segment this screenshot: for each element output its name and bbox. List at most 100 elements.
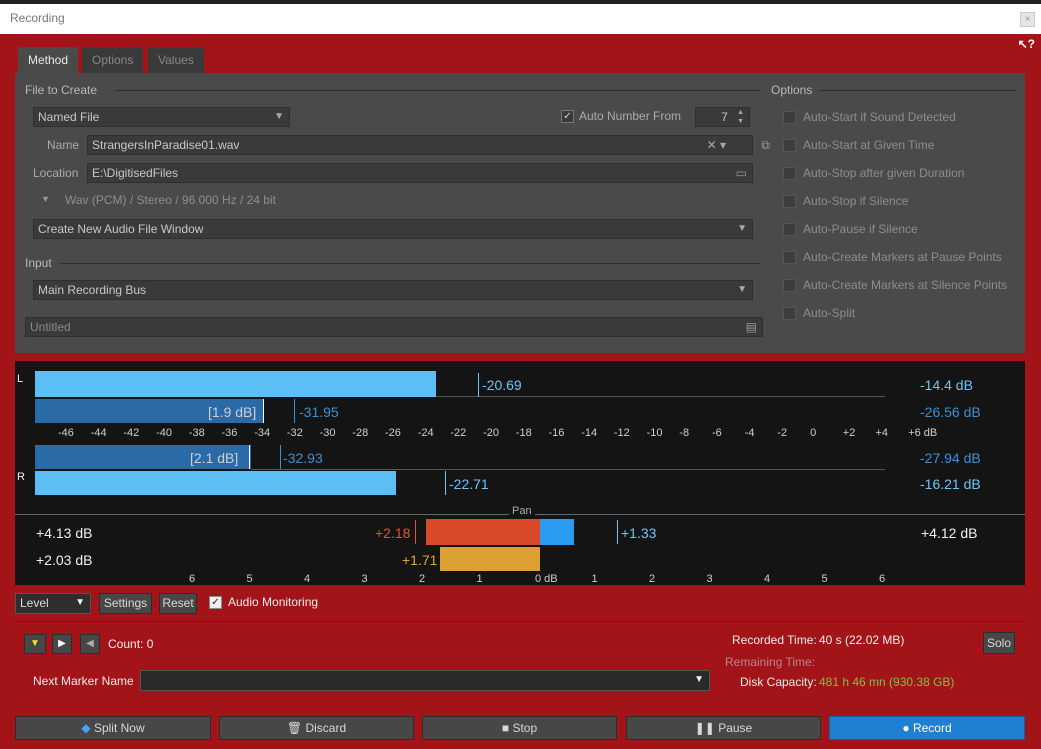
db-scale-tick: 0	[810, 427, 817, 439]
recorded-time-value: 40 s (22.02 MB)	[819, 633, 905, 647]
disk-capacity-label: Disk Capacity:	[740, 675, 817, 689]
r-rms-hold-value: -32.93	[283, 450, 323, 466]
back-icon[interactable]: ◀	[80, 634, 100, 654]
chevron-down-icon[interactable]: ▼	[694, 671, 704, 689]
pan-red-value: +2.18	[375, 525, 411, 541]
split-now-button[interactable]: ◆ Split Now	[15, 716, 211, 740]
recorded-time-label: Recorded Time:	[732, 633, 817, 647]
channel-r-label: R	[17, 471, 25, 483]
untitled-field[interactable]: Untitled ▤	[25, 317, 763, 337]
chevron-down-icon: ▼	[737, 223, 747, 234]
marker-down-icon[interactable]: ▼	[24, 634, 46, 654]
pan-scale-tick: 2	[649, 573, 656, 585]
disk-capacity-value: 481 h 46 mn (930.38 GB)	[819, 675, 955, 689]
copy-icon[interactable]: ⧉	[761, 136, 770, 154]
l-rms-hold-value: -31.95	[299, 404, 339, 420]
option-checkbox[interactable]	[783, 139, 796, 152]
expand-icon[interactable]: ▼	[41, 194, 50, 204]
tab-options[interactable]: Options	[82, 47, 144, 73]
clear-icon[interactable]: ✕ ▾	[707, 136, 726, 154]
format-text: Wav (PCM) / Stereo / 96 000 Hz / 24 bit	[65, 193, 276, 207]
pan-scale-tick: 6	[189, 573, 196, 585]
folder-icon[interactable]: ▭	[736, 164, 747, 182]
window-action-select[interactable]: Create New Audio File Window ▼	[33, 219, 753, 239]
option-checkbox[interactable]	[783, 167, 796, 180]
split-icon: ◆	[81, 721, 91, 735]
db-scale: -46 -44 -42 -40 -38 -36 -34 -32 -30 -28 -26 -24 -22-…	[15, 427, 1025, 441]
pan-scale-tick: 1	[476, 573, 483, 585]
l-rms-marker	[263, 399, 264, 423]
db-scale-tick: -20	[483, 427, 499, 439]
pan-red-bar	[426, 519, 540, 545]
record-button[interactable]: ● Record	[829, 716, 1025, 740]
l-peak-bar	[35, 371, 436, 397]
option-label: Auto-Start at Given Time	[803, 138, 935, 152]
option-checkbox[interactable]	[783, 307, 796, 320]
solo-button[interactable]: Solo	[983, 632, 1015, 654]
help-icon[interactable]: ↖?	[1018, 37, 1035, 51]
chevron-down-icon: ▼	[737, 284, 747, 295]
play-icon[interactable]: ▶	[52, 634, 72, 654]
location-label: Location	[33, 166, 79, 180]
name-field[interactable]: StrangersInParadise01.wav ✕ ▾ ⧉	[87, 135, 770, 155]
channel-l-label: L	[17, 373, 24, 385]
db-scale-tick: -16	[548, 427, 565, 439]
name-value: StrangersInParadise01.wav	[92, 138, 240, 152]
discard-button[interactable]: 🗑 Discard	[219, 716, 414, 740]
file-mode-select[interactable]: Named File ▼	[33, 107, 290, 127]
l-rms-db: -26.56 dB	[920, 404, 981, 420]
r-peak-hold-marker	[445, 471, 446, 495]
stepper-arrows-icon[interactable]: ▲ ▼	[737, 108, 744, 126]
pan-label: Pan	[509, 505, 535, 517]
option-checkbox[interactable]	[783, 279, 796, 292]
auto-number-checkbox[interactable]: ✓	[561, 110, 574, 123]
tab-method[interactable]: Method	[18, 47, 79, 73]
close-button[interactable]: ×	[1020, 12, 1035, 27]
document-icon[interactable]: ▤	[746, 318, 757, 336]
pause-button[interactable]: ❚❚ Pause	[626, 716, 821, 740]
option-checkbox[interactable]	[783, 111, 796, 124]
stop-label: Stop	[512, 721, 538, 735]
settings-button[interactable]: Settings	[99, 593, 152, 614]
window-title: Recording	[10, 11, 65, 25]
stop-button[interactable]: ■ Stop	[422, 716, 617, 740]
pan-right-top: +4.12 dB	[921, 525, 978, 541]
meter-mode-select[interactable]: Level ▼	[15, 593, 91, 614]
db-scale-tick: -6	[712, 427, 722, 439]
option-label: Auto-Stop if Silence	[803, 194, 909, 208]
divider	[819, 90, 1017, 91]
split-now-label: Split Now	[93, 721, 145, 735]
reset-button[interactable]: Reset	[159, 593, 197, 614]
db-scale-tick: -26	[385, 427, 401, 439]
record-icon: ●	[902, 721, 910, 735]
pan-blue-value: +1.33	[621, 525, 657, 541]
db-scale-tick: -46	[58, 427, 74, 439]
input-bus-select[interactable]: Main Recording Bus ▼	[33, 280, 753, 300]
location-field[interactable]: E:\DigitisedFiles ▭	[87, 163, 753, 183]
db-scale-tick: -24	[417, 427, 434, 439]
divider	[115, 90, 760, 91]
pan-blue-marker	[617, 520, 618, 544]
db-scale-tick: -44	[90, 427, 107, 439]
pan-scale-tick: 2	[419, 573, 426, 585]
pan-orange-bar	[441, 547, 540, 571]
pan-scale-tick: 3	[706, 573, 713, 585]
db-scale-tick: -22	[450, 427, 467, 439]
input-section-label: Input	[25, 256, 52, 270]
option-checkbox[interactable]	[783, 251, 796, 264]
db-scale-tick: +4	[875, 427, 889, 439]
pan-scale-tick: 6	[879, 573, 886, 585]
db-scale-tick: -18	[515, 427, 532, 439]
db-scale-tick: -2	[777, 427, 788, 439]
next-marker-input[interactable]: ▼	[140, 670, 710, 691]
option-checkbox[interactable]	[783, 223, 796, 236]
pan-left-top: +4.13 dB	[36, 525, 93, 541]
auto-number-stepper[interactable]: 7 ▲ ▼	[695, 107, 750, 127]
db-scale-tick: -30	[319, 427, 336, 439]
audio-monitoring-checkbox[interactable]: ✓	[209, 596, 222, 609]
db-scale-tick: -36	[221, 427, 238, 439]
option-checkbox[interactable]	[783, 195, 796, 208]
tab-values[interactable]: Values	[148, 47, 204, 73]
divider	[59, 263, 760, 264]
db-scale-tick: -8	[679, 427, 690, 439]
